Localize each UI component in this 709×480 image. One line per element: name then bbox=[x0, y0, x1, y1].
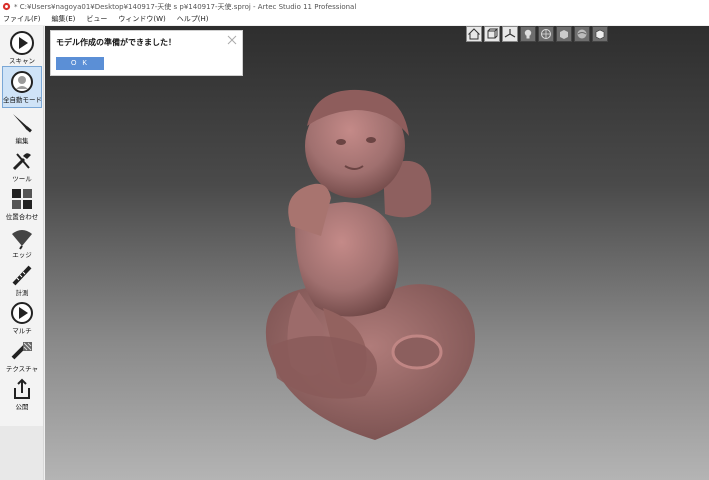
auto-mode-icon bbox=[11, 71, 33, 93]
texture-view-button[interactable] bbox=[574, 26, 590, 42]
eraser-icon bbox=[12, 230, 32, 250]
tool-export[interactable]: 公開 bbox=[2, 374, 42, 416]
tool-tools-label: ツール bbox=[12, 175, 32, 183]
view-mode-toolbar bbox=[466, 26, 610, 42]
tool-multi-label: マルチ bbox=[12, 327, 32, 335]
axes-button[interactable] bbox=[502, 26, 518, 42]
menu-file[interactable]: ファイル(F) bbox=[3, 14, 41, 24]
tool-measure-label: 計測 bbox=[15, 289, 29, 297]
axes-icon bbox=[504, 29, 516, 38]
title-bar: * C:¥Users¥nagoya01¥Desktop¥140917-天使 s … bbox=[0, 0, 709, 13]
texture-icon bbox=[11, 342, 32, 360]
tool-tools[interactable]: ツール bbox=[2, 146, 42, 188]
tool-texture-label: テクスチャ bbox=[5, 365, 39, 373]
menu-view[interactable]: ビュー bbox=[86, 14, 107, 24]
menu-edit[interactable]: 編集(E) bbox=[52, 14, 76, 24]
box-icon bbox=[595, 29, 605, 40]
edit-knife-icon bbox=[13, 114, 32, 133]
solid-icon bbox=[560, 30, 568, 39]
wireframe-button[interactable] bbox=[538, 26, 554, 42]
tool-auto-mode-label: 全自動モード bbox=[3, 96, 42, 104]
tool-edit-label: 編集 bbox=[15, 137, 29, 145]
tool-edit[interactable]: 編集 bbox=[2, 108, 42, 150]
tool-scan[interactable]: スキャン bbox=[2, 28, 42, 70]
notification-message: モデル作成の準備ができました！ bbox=[56, 38, 176, 47]
tool-edge[interactable]: エッジ bbox=[2, 222, 42, 264]
ok-button[interactable]: O K bbox=[56, 57, 104, 70]
ready-notification: モデル作成の準備ができました！ O K bbox=[50, 30, 243, 76]
align-icon bbox=[12, 189, 32, 209]
tool-align[interactable]: 位置合わせ bbox=[2, 184, 42, 226]
3d-viewport[interactable]: モデル作成の準備ができました！ O K bbox=[45, 26, 709, 480]
menu-help[interactable]: ヘルプ(H) bbox=[177, 14, 209, 24]
tool-edge-label: エッジ bbox=[12, 251, 32, 259]
tool-auto-mode[interactable]: 全自動モード bbox=[2, 66, 42, 108]
menu-bar: ファイル(F) 編集(E) ビュー ウィンドウ(W) ヘルプ(H) bbox=[0, 13, 709, 25]
box-view-button[interactable] bbox=[592, 26, 608, 42]
home-view-icon bbox=[468, 28, 480, 40]
toolbar-footer bbox=[0, 426, 44, 480]
artec-studio-window: * C:¥Users¥nagoya01¥Desktop¥140917-天使 s … bbox=[0, 0, 709, 480]
play-icon bbox=[10, 31, 34, 55]
app-logo-icon bbox=[2, 2, 11, 11]
multi-icon bbox=[11, 302, 33, 324]
light-button[interactable] bbox=[520, 26, 536, 42]
menu-window[interactable]: ウィンドウ(W) bbox=[118, 14, 165, 24]
perspective-view-button[interactable] bbox=[484, 26, 500, 42]
solid-button[interactable] bbox=[556, 26, 572, 42]
left-toolbar: スキャン 全自動モード 編集 ツール 位置合わせ エッジ 計測 マルチ テクスチ… bbox=[0, 26, 44, 426]
export-icon bbox=[14, 378, 30, 399]
tool-texture[interactable]: テクスチャ bbox=[2, 336, 42, 378]
wireframe-icon bbox=[541, 29, 551, 39]
window-title: * C:¥Users¥nagoya01¥Desktop¥140917-天使 s … bbox=[14, 2, 357, 11]
tool-scan-label: スキャン bbox=[9, 57, 35, 65]
angel-statue-model[interactable] bbox=[45, 26, 709, 480]
tool-measure[interactable]: 計測 bbox=[2, 260, 42, 302]
measure-icon bbox=[12, 265, 32, 286]
light-icon bbox=[524, 29, 532, 39]
tool-export-label: 公開 bbox=[15, 403, 29, 411]
home-view-button[interactable] bbox=[466, 26, 482, 42]
texture-view-icon bbox=[577, 29, 587, 39]
perspective-view-icon bbox=[487, 28, 498, 39]
tool-multi[interactable]: マルチ bbox=[2, 298, 42, 340]
close-icon[interactable] bbox=[227, 35, 237, 45]
tools-icon bbox=[12, 153, 31, 171]
tool-align-label: 位置合わせ bbox=[5, 213, 39, 221]
